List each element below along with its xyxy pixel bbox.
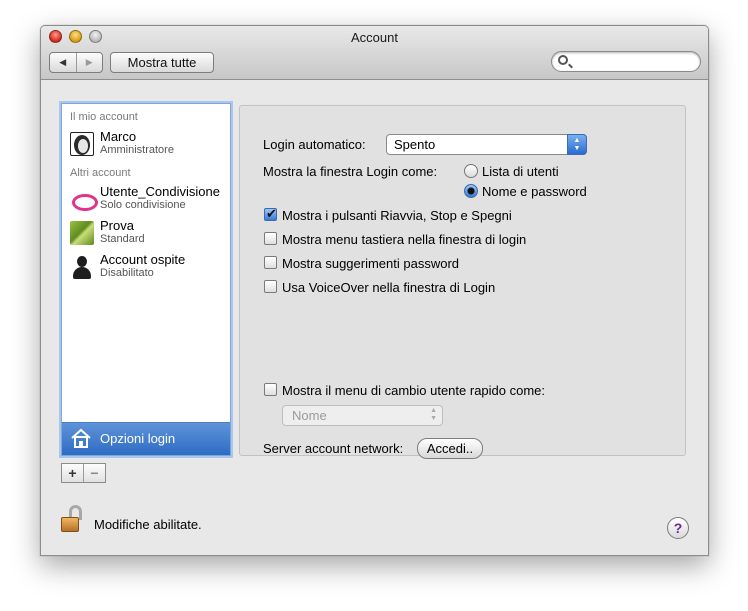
search-icon (558, 55, 568, 65)
add-remove-control: + − (61, 463, 106, 483)
checkbox-show-password-hints[interactable] (264, 256, 277, 269)
account-role: Disabilitato (100, 267, 154, 279)
title-bar: Account ◀ ▶ Mostra tutte (41, 26, 708, 80)
account-name: Utente_Condivisione (100, 184, 220, 199)
radio-name-password-label: Nome e password (482, 184, 587, 199)
popup-arrows-icon: ▲ ▼ (430, 407, 437, 422)
popup-arrows-icon: ▲ ▼ (567, 134, 587, 155)
radio-name-password[interactable] (464, 184, 478, 198)
search-field[interactable] (551, 51, 701, 72)
fast-switch-style-value: Nome (292, 408, 327, 423)
account-role: Standard (100, 233, 145, 245)
voiceover-label: Usa VoiceOver nella finestra di Login (282, 280, 496, 295)
show-restart-label: Mostra i pulsanti Riavvia, Stop e Spegni (282, 208, 512, 223)
display-login-label: Mostra la finestra Login come: (263, 164, 438, 179)
lock-status-text: Modifiche abilitate. (94, 517, 202, 532)
checkbox-show-input-menu[interactable] (264, 232, 277, 245)
sidebar-item-login-options[interactable]: Opzioni login (62, 422, 230, 455)
guest-user-icon (70, 255, 94, 279)
radio-user-list-label: Lista di utenti (482, 164, 559, 179)
checkbox-show-restart-buttons[interactable] (264, 206, 277, 222)
avatar (70, 221, 94, 245)
show-all-button[interactable]: Mostra tutte (110, 52, 214, 73)
accounts-list: Il mio account Marco Amministratore Altr… (61, 103, 231, 456)
help-button[interactable]: ? (667, 517, 689, 539)
back-forward-control: ◀ ▶ (49, 52, 103, 73)
account-name: Prova (100, 218, 134, 233)
other-accounts-header: Altri account (70, 167, 131, 179)
window-title: Account (351, 30, 398, 45)
padlock-body (61, 517, 79, 532)
add-account-button[interactable]: + (62, 464, 83, 482)
house-icon (71, 428, 91, 448)
show-input-menu-label: Mostra menu tastiera nella finestra di l… (282, 232, 527, 247)
back-button[interactable]: ◀ (50, 53, 76, 72)
auto-login-label: Login automatico: (263, 137, 366, 152)
account-name: Marco (100, 129, 137, 144)
account-item-marco[interactable]: Marco Amministratore (62, 128, 230, 162)
forward-button[interactable]: ▶ (75, 53, 103, 72)
avatar (70, 187, 98, 211)
auto-login-value: Spento (394, 137, 436, 152)
account-role: Amministratore (100, 144, 174, 156)
avatar (70, 132, 94, 156)
forward-arrow-icon: ▶ (85, 57, 93, 67)
fast-user-switching-label: Mostra il menu di cambio utente rapido c… (282, 383, 546, 398)
account-item-prova[interactable]: Prova Standard (62, 217, 230, 251)
unlocked-padlock-icon[interactable] (55, 504, 85, 534)
checkbox-fast-user-switching[interactable] (264, 383, 277, 396)
join-network-button[interactable]: Accedi.. (417, 438, 483, 459)
account-role: Solo condivisione (100, 199, 186, 211)
account-item-utente-condivisione[interactable]: Utente_Condivisione Solo condivisione (62, 183, 230, 217)
account-name: Account ospite (100, 252, 186, 267)
my-account-header: Il mio account (70, 111, 138, 123)
remove-account-button[interactable]: − (83, 464, 105, 482)
show-password-hints-label: Mostra suggerimenti password (282, 256, 460, 271)
radio-user-list[interactable] (464, 164, 478, 178)
login-options-label: Opzioni login (100, 431, 176, 446)
network-server-label: Server account network: (263, 441, 404, 456)
account-item-guest[interactable]: Account ospite Disabilitato (62, 251, 230, 285)
fast-switch-style-popup[interactable]: Nome ▲ ▼ (282, 405, 443, 426)
auto-login-popup[interactable]: Spento ▲ ▼ (386, 134, 587, 155)
checkbox-voiceover[interactable] (264, 280, 277, 293)
back-arrow-icon: ◀ (59, 57, 67, 67)
login-options-panel: Login automatico: Spento ▲ ▼ Mostra la fi… (239, 105, 686, 459)
account-preferences-window: Account ◀ ▶ Mostra tutte Il mio account … (40, 25, 709, 556)
